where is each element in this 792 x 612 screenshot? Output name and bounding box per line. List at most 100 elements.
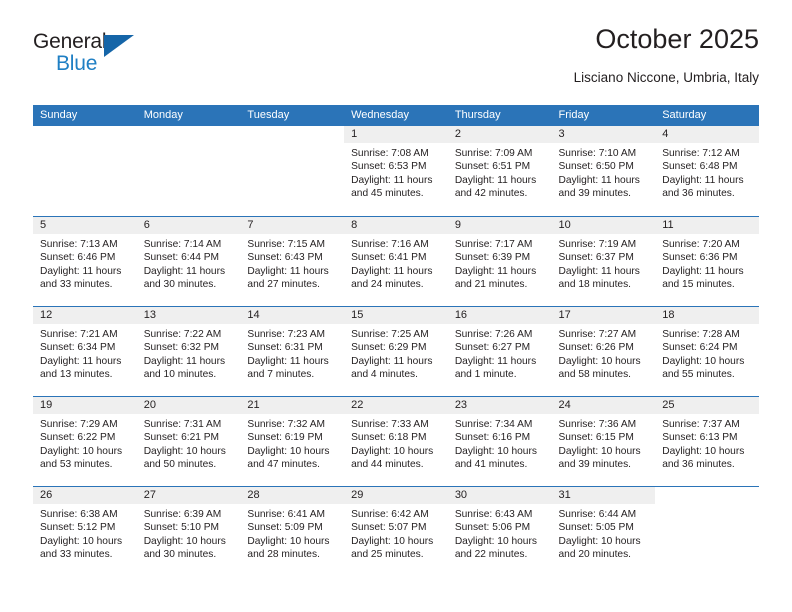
day-number: 28 [240, 487, 345, 504]
sunrise-text: Sunrise: 7:10 AM [558, 148, 637, 159]
calendar-day-cell[interactable]: 2 Sunrise: 7:09 AM Sunset: 6:51 PM Daylight… [447, 126, 552, 216]
day-number: 11 [655, 217, 759, 234]
weekday-header-monday: Monday [143, 109, 183, 121]
daylight-text: Daylight: 11 hours and 4 minutes. [351, 355, 433, 381]
sunset-text: Sunset: 6:13 PM [662, 432, 738, 444]
daylight-text: Daylight: 10 hours and 58 minutes. [558, 355, 641, 381]
calendar-day-cell[interactable]: 18 Sunrise: 7:28 AM Sunset: 6:24 PM Dayligh… [655, 307, 759, 396]
calendar-day-cell[interactable]: 19 Sunrise: 7:29 AM Sunset: 6:22 PM Dayligh… [33, 397, 137, 486]
calendar-day-cell[interactable]: 28 Sunrise: 6:41 AM Sunset: 5:09 PM Dayligh… [240, 487, 345, 576]
general-blue-logo[interactable]: General Blue [33, 30, 183, 88]
sunrise-text: Sunrise: 7:19 AM [558, 239, 637, 250]
calendar-day-cell[interactable]: 1 Sunrise: 7:08 AM Sunset: 6:53 PM Daylight… [344, 126, 448, 216]
day-details: Sunrise: 7:26 AM Sunset: 6:27 PM Daylight:… [448, 324, 552, 382]
sunrise-text: Sunrise: 7:14 AM [143, 239, 222, 250]
day-details: Sunrise: 7:19 AM Sunset: 6:37 PM Daylight:… [552, 234, 656, 292]
daylight-text: Daylight: 10 hours and 44 minutes. [351, 445, 434, 471]
day-details: Sunrise: 6:39 AM Sunset: 5:10 PM Daylight:… [137, 504, 241, 562]
page-header: General Blue October 2025 Lisciano Nicco… [33, 22, 759, 100]
calendar-day-cell[interactable]: 5 Sunrise: 7:13 AM Sunset: 6:46 PM Daylight… [33, 217, 137, 306]
calendar-day-cell[interactable]: 30 Sunrise: 6:43 AM Sunset: 5:06 PM Dayligh… [447, 487, 552, 576]
daylight-text: Daylight: 11 hours and 13 minutes. [40, 355, 122, 381]
day-details: Sunrise: 7:08 AM Sunset: 6:53 PM Daylight:… [344, 143, 448, 201]
weekday-header-saturday: Saturday [662, 109, 707, 121]
calendar-day-cell[interactable]: 6 Sunrise: 7:14 AM Sunset: 6:44 PM Daylight… [136, 217, 241, 306]
day-details: Sunrise: 7:21 AM Sunset: 6:34 PM Daylight:… [33, 324, 137, 382]
day-number: 7 [240, 217, 345, 234]
day-number: 23 [447, 397, 552, 414]
calendar-day-cell[interactable]: 3 Sunrise: 7:10 AM Sunset: 6:50 PM Daylight… [551, 126, 656, 216]
logo-text-general: General [33, 30, 107, 53]
calendar-day-cell[interactable]: 10 Sunrise: 7:19 AM Sunset: 6:37 PM Dayligh… [551, 217, 656, 306]
calendar-day-cell[interactable]: 31 Sunrise: 6:44 AM Sunset: 5:05 PM Dayligh… [551, 487, 656, 576]
sunset-text: Sunset: 6:36 PM [662, 252, 738, 264]
calendar-day-empty [655, 487, 759, 576]
calendar-week-row: 19 Sunrise: 7:29 AM Sunset: 6:22 PM Dayligh… [33, 396, 759, 486]
calendar-day-cell[interactable]: 9 Sunrise: 7:17 AM Sunset: 6:39 PM Daylight… [447, 217, 552, 306]
calendar-day-cell[interactable]: 22 Sunrise: 7:33 AM Sunset: 6:18 PM Dayligh… [344, 397, 448, 486]
daylight-text: Daylight: 10 hours and 30 minutes. [143, 535, 226, 561]
sunset-text: Sunset: 6:27 PM [454, 342, 531, 354]
daylight-text: Daylight: 10 hours and 55 minutes. [662, 355, 745, 381]
daylight-text: Daylight: 10 hours and 20 minutes. [558, 535, 641, 561]
sunset-text: Sunset: 5:10 PM [143, 522, 220, 534]
day-details: Sunrise: 7:16 AM Sunset: 6:41 PM Daylight:… [344, 234, 448, 292]
calendar-day-cell[interactable]: 25 Sunrise: 7:37 AM Sunset: 6:13 PM Dayligh… [655, 397, 759, 486]
calendar-day-cell[interactable]: 4 Sunrise: 7:12 AM Sunset: 6:48 PM Daylight… [655, 126, 759, 216]
day-number: 6 [136, 217, 241, 234]
daylight-text: Daylight: 11 hours and 27 minutes. [247, 265, 329, 291]
day-details: Sunrise: 7:25 AM Sunset: 6:29 PM Daylight:… [344, 324, 448, 382]
calendar-day-cell[interactable]: 16 Sunrise: 7:26 AM Sunset: 6:27 PM Dayligh… [447, 307, 552, 396]
day-details: Sunrise: 7:10 AM Sunset: 6:50 PM Daylight:… [552, 143, 656, 201]
sunset-text: Sunset: 6:37 PM [558, 252, 634, 264]
calendar-day-cell[interactable]: 11 Sunrise: 7:20 AM Sunset: 6:36 PM Dayligh… [655, 217, 759, 306]
sunset-text: Sunset: 5:05 PM [558, 522, 634, 534]
day-number: 29 [344, 487, 448, 504]
day-number: 24 [551, 397, 656, 414]
day-details: Sunrise: 6:38 AM Sunset: 5:12 PM Daylight:… [33, 504, 137, 562]
calendar-day-cell[interactable]: 12 Sunrise: 7:21 AM Sunset: 6:34 PM Dayligh… [33, 307, 137, 396]
sunrise-text: Sunrise: 7:33 AM [351, 419, 429, 430]
calendar-day-cell[interactable]: 8 Sunrise: 7:16 AM Sunset: 6:41 PM Daylight… [344, 217, 448, 306]
calendar-day-cell[interactable]: 23 Sunrise: 7:34 AM Sunset: 6:16 PM Dayligh… [447, 397, 552, 486]
calendar-day-cell[interactable]: 13 Sunrise: 7:22 AM Sunset: 6:32 PM Dayligh… [136, 307, 241, 396]
sunrise-text: Sunrise: 7:13 AM [40, 239, 118, 250]
daylight-text: Daylight: 11 hours and 33 minutes. [40, 265, 122, 291]
sunrise-text: Sunrise: 6:39 AM [143, 509, 222, 520]
sunset-text: Sunset: 5:09 PM [247, 522, 323, 534]
daylight-text: Daylight: 10 hours and 53 minutes. [40, 445, 123, 471]
day-details: Sunrise: 7:23 AM Sunset: 6:31 PM Daylight:… [240, 324, 344, 382]
day-number: 13 [136, 307, 241, 324]
calendar-day-cell[interactable]: 7 Sunrise: 7:15 AM Sunset: 6:43 PM Daylight… [240, 217, 345, 306]
calendar-day-cell[interactable]: 17 Sunrise: 7:27 AM Sunset: 6:26 PM Dayligh… [551, 307, 656, 396]
calendar-week-row: 1 Sunrise: 7:08 AM Sunset: 6:53 PM Daylight… [33, 126, 759, 216]
day-number: 20 [136, 397, 241, 414]
calendar-day-cell[interactable]: 15 Sunrise: 7:25 AM Sunset: 6:29 PM Dayligh… [344, 307, 448, 396]
day-details: Sunrise: 7:34 AM Sunset: 6:16 PM Daylight:… [448, 414, 552, 472]
calendar-grid: Sunday Monday Tuesday Wednesday Thursday Frid… [33, 105, 759, 576]
day-details: Sunrise: 6:41 AM Sunset: 5:09 PM Daylight:… [240, 504, 344, 562]
calendar-week-row: 12 Sunrise: 7:21 AM Sunset: 6:34 PM Dayligh… [33, 306, 759, 396]
calendar-day-cell[interactable]: 20 Sunrise: 7:31 AM Sunset: 6:21 PM Dayligh… [136, 397, 241, 486]
calendar-day-cell[interactable]: 27 Sunrise: 6:39 AM Sunset: 5:10 PM Dayligh… [136, 487, 241, 576]
day-number [655, 487, 759, 504]
page-title: October 2025 [595, 24, 759, 54]
calendar-day-cell[interactable]: 14 Sunrise: 7:23 AM Sunset: 6:31 PM Dayligh… [240, 307, 345, 396]
sunrise-text: Sunrise: 7:22 AM [143, 329, 222, 340]
sunset-text: Sunset: 6:43 PM [247, 252, 323, 264]
calendar-day-cell[interactable]: 24 Sunrise: 7:36 AM Sunset: 6:15 PM Dayligh… [551, 397, 656, 486]
calendar-day-cell[interactable]: 21 Sunrise: 7:32 AM Sunset: 6:19 PM Dayligh… [240, 397, 345, 486]
calendar-day-cell[interactable]: 26 Sunrise: 6:38 AM Sunset: 5:12 PM Dayligh… [33, 487, 137, 576]
daylight-text: Daylight: 10 hours and 25 minutes. [351, 535, 434, 561]
daylight-text: Daylight: 10 hours and 41 minutes. [454, 445, 537, 471]
daylight-text: Daylight: 10 hours and 28 minutes. [247, 535, 330, 561]
calendar-day-cell[interactable]: 29 Sunrise: 6:42 AM Sunset: 5:07 PM Dayligh… [344, 487, 448, 576]
daylight-text: Daylight: 11 hours and 36 minutes. [662, 174, 744, 200]
day-number: 30 [447, 487, 552, 504]
sunrise-text: Sunrise: 7:37 AM [662, 419, 740, 430]
day-details: Sunrise: 7:36 AM Sunset: 6:15 PM Daylight:… [552, 414, 656, 472]
sunset-text: Sunset: 6:41 PM [351, 252, 427, 264]
sunset-text: Sunset: 6:51 PM [454, 161, 531, 173]
daylight-text: Daylight: 10 hours and 50 minutes. [143, 445, 226, 471]
sunset-text: Sunset: 6:15 PM [558, 432, 634, 444]
